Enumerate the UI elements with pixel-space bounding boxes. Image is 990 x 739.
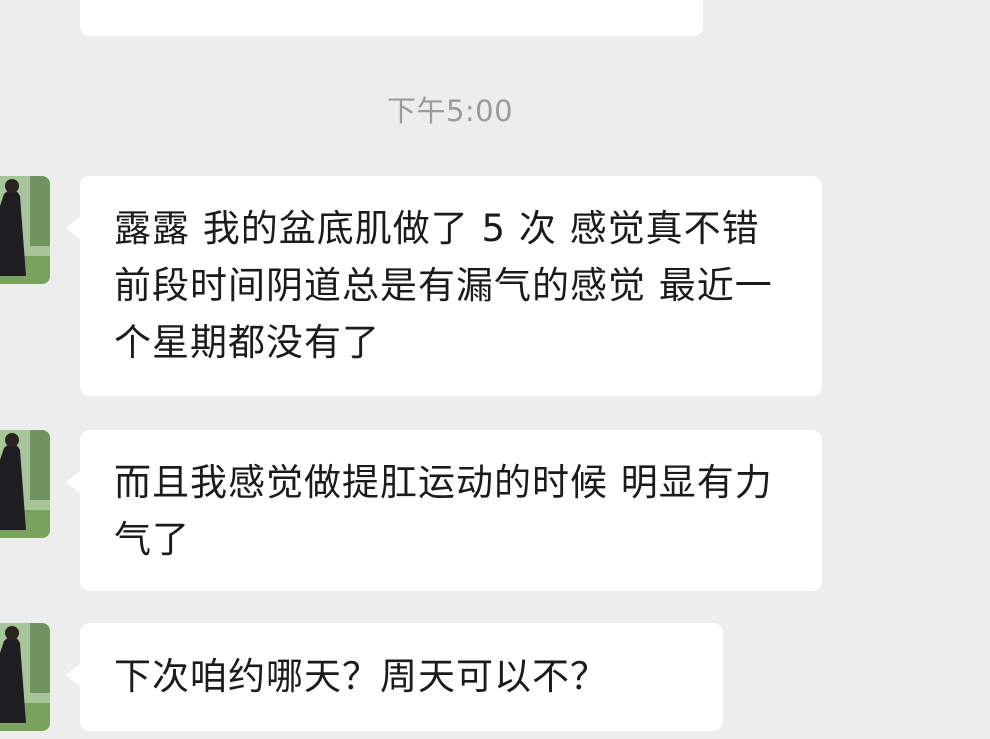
message-bubble[interactable]: 下次咱约哪天？周天可以不？ — [66, 623, 723, 731]
avatar[interactable] — [0, 176, 50, 284]
avatar[interactable] — [0, 623, 50, 731]
message-timestamp: 下午5:00 — [386, 94, 514, 128]
message-bubble[interactable]: 露露 我的盆底肌做了 5 次 感觉真不错 前段时间阴道总是有漏气的感觉 最近一个… — [66, 176, 822, 396]
avatar-person-icon — [0, 176, 50, 284]
message-bubble[interactable]: 而且我感觉做提肛运动的时候 明显有力气了 — [66, 430, 822, 591]
avatar-person-icon — [0, 623, 50, 731]
previous-message-bubble[interactable] — [80, 0, 703, 36]
avatar-person-icon — [0, 430, 50, 538]
avatar[interactable] — [0, 430, 50, 538]
